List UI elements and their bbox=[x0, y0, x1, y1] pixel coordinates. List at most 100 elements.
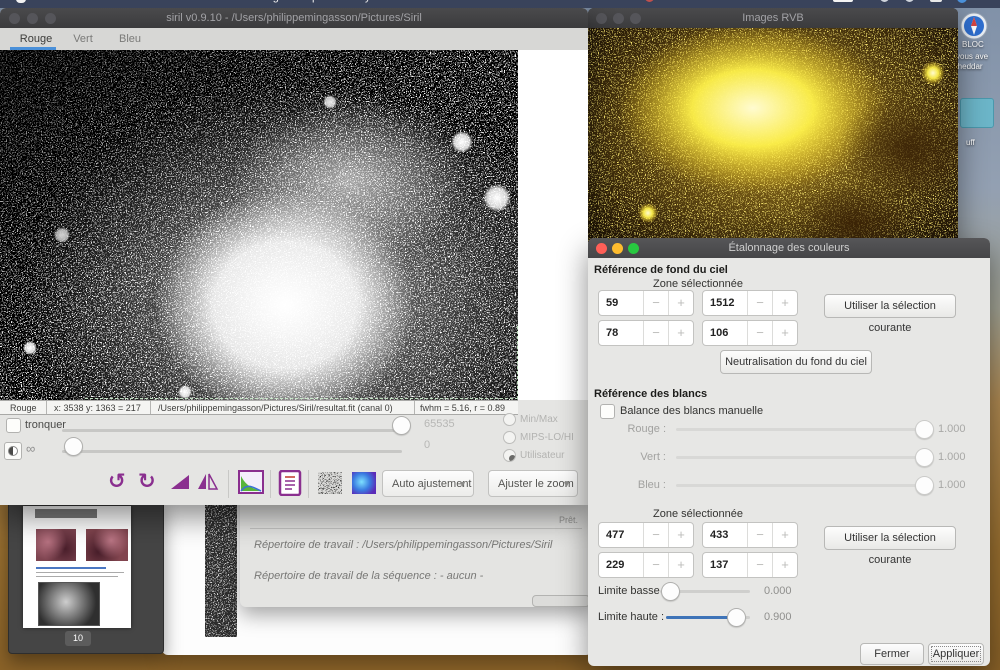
close-icon[interactable] bbox=[596, 13, 607, 24]
histogram-icon[interactable] bbox=[238, 470, 264, 494]
dialog-title: Étalonnage des couleurs bbox=[728, 242, 849, 254]
page-thumbnail[interactable] bbox=[23, 506, 131, 628]
menu-analyse[interactable]: Analyse bbox=[343, 0, 382, 7]
spin-plus-button[interactable]: + bbox=[668, 523, 693, 547]
siril-titlebar[interactable]: siril v0.9.10 - /Users/philippemingasson… bbox=[0, 8, 588, 28]
spin-plus-button[interactable]: + bbox=[668, 553, 693, 577]
menu-siril[interactable]: Siril bbox=[42, 0, 63, 7]
green-slider[interactable] bbox=[676, 456, 924, 459]
red-slider[interactable] bbox=[676, 428, 924, 431]
rotate-cw-icon[interactable]: ↻ bbox=[138, 470, 156, 492]
image-canvas[interactable] bbox=[0, 50, 588, 400]
red-slider-knob[interactable] bbox=[915, 420, 934, 439]
compass-desktop-icon[interactable] bbox=[960, 12, 988, 40]
white-w-spinbox[interactable]: 229 − + bbox=[598, 552, 694, 578]
close-button[interactable]: Fermer bbox=[860, 643, 924, 665]
status-icon[interactable] bbox=[880, 0, 889, 2]
grayscale-view-button[interactable] bbox=[318, 472, 342, 494]
fit-zoom-dropdown[interactable]: Ajuster le zoom ▼ bbox=[488, 470, 578, 497]
hi-level-slider[interactable] bbox=[62, 429, 402, 432]
minimize-icon[interactable] bbox=[613, 13, 624, 24]
note-desktop-icon[interactable] bbox=[960, 98, 994, 128]
spin-minus-button[interactable]: − bbox=[747, 553, 772, 577]
desktop-icon-label[interactable]: BLOC bbox=[962, 40, 984, 49]
notification-icon[interactable] bbox=[930, 0, 942, 2]
bg-x-spinbox[interactable]: 59 − + bbox=[598, 290, 694, 316]
spin-plus-button[interactable]: + bbox=[772, 553, 797, 577]
hi-slider-knob[interactable] bbox=[392, 416, 411, 435]
use-current-selection-button-white[interactable]: Utiliser la sélection courante bbox=[824, 526, 956, 550]
lo-level-slider[interactable] bbox=[62, 450, 402, 453]
white-h-spinbox[interactable]: 137 − + bbox=[702, 552, 798, 578]
green-slider-knob[interactable] bbox=[915, 448, 934, 467]
color-calibration-dialog[interactable]: Étalonnage des couleurs Référence de fon… bbox=[588, 238, 990, 666]
selection-rectangle[interactable] bbox=[85, 326, 518, 399]
zoom-icon[interactable] bbox=[45, 13, 56, 24]
spin-minus-button[interactable]: − bbox=[643, 291, 668, 315]
spotlight-icon[interactable] bbox=[905, 0, 914, 2]
minimize-icon[interactable] bbox=[27, 13, 38, 24]
apple-menu-icon[interactable] bbox=[16, 0, 26, 3]
preview-window[interactable]: 10 bbox=[8, 498, 164, 654]
zoom-icon[interactable] bbox=[630, 13, 641, 24]
flip-vertical-icon[interactable] bbox=[196, 472, 220, 492]
flip-horizontal-icon[interactable] bbox=[168, 472, 192, 492]
bg-y-spinbox[interactable]: 1512 − + bbox=[702, 290, 798, 316]
menu-fenetre[interactable]: Fenêtre bbox=[393, 0, 431, 7]
white-y-spinbox[interactable]: 433 − + bbox=[702, 522, 798, 548]
sequence-directory-text: Répertoire de travail de la séquence : -… bbox=[254, 570, 483, 582]
bg-h-spinbox[interactable]: 106 − + bbox=[702, 320, 798, 346]
status-red-icon[interactable] bbox=[645, 0, 654, 2]
spin-minus-button[interactable]: − bbox=[747, 291, 772, 315]
fits-header-icon[interactable] bbox=[278, 470, 302, 496]
spin-plus-button[interactable]: + bbox=[772, 523, 797, 547]
blue-slider-knob[interactable] bbox=[915, 476, 934, 495]
spin-plus-button[interactable]: + bbox=[668, 321, 693, 345]
thumb-text-line bbox=[36, 572, 124, 573]
spin-minus-button[interactable]: − bbox=[643, 321, 668, 345]
contrast-button[interactable] bbox=[4, 442, 22, 460]
dialog-titlebar[interactable]: Étalonnage des couleurs bbox=[588, 238, 990, 258]
auto-adjust-dropdown[interactable]: Auto ajustement ▼ bbox=[382, 470, 474, 497]
spin-minus-button[interactable]: − bbox=[643, 553, 668, 577]
menu-traitement[interactable]: Traitement de l'image bbox=[180, 0, 285, 7]
spin-plus-button[interactable]: + bbox=[772, 321, 797, 345]
spin-minus-button[interactable]: − bbox=[643, 523, 668, 547]
zoom-icon[interactable] bbox=[628, 243, 639, 254]
link-icon[interactable]: ∞ bbox=[26, 441, 35, 456]
manual-white-balance-checkbox[interactable] bbox=[600, 404, 615, 419]
lo-slider-knob[interactable] bbox=[64, 437, 83, 456]
menu-fichier[interactable]: Fichier bbox=[82, 0, 115, 7]
divider bbox=[414, 401, 415, 414]
menu-edition[interactable]: Édition bbox=[128, 0, 162, 7]
close-icon[interactable] bbox=[9, 13, 20, 24]
spin-plus-button[interactable]: + bbox=[772, 291, 797, 315]
apply-button[interactable]: Appliquer bbox=[928, 643, 984, 665]
rotate-ccw-icon[interactable]: ↺ bbox=[108, 470, 126, 492]
rvb-window[interactable]: Images RVB bbox=[588, 8, 958, 248]
background-neutralization-button[interactable]: Neutralisation du fond du ciel bbox=[720, 350, 872, 374]
radio-user[interactable] bbox=[503, 449, 516, 462]
spin-minus-button[interactable]: − bbox=[747, 321, 772, 345]
siril-window[interactable]: siril v0.9.10 - /Users/philippemingasson… bbox=[0, 8, 588, 505]
blue-slider-value: 1.000 bbox=[938, 479, 966, 491]
blue-slider[interactable] bbox=[676, 484, 924, 487]
white-x-spinbox[interactable]: 477 − + bbox=[598, 522, 694, 548]
spin-minus-button[interactable]: − bbox=[747, 523, 772, 547]
rvb-titlebar[interactable]: Images RVB bbox=[588, 8, 958, 28]
radio-minmax[interactable] bbox=[503, 413, 516, 426]
use-current-selection-button-bg[interactable]: Utiliser la sélection courante bbox=[824, 294, 956, 318]
false-color-view-button[interactable] bbox=[352, 472, 376, 494]
bluetooth-status-icon[interactable] bbox=[957, 0, 967, 3]
low-limit-knob[interactable] bbox=[661, 582, 680, 601]
tab-bleu[interactable]: Bleu bbox=[112, 28, 148, 50]
menu-scripts[interactable]: Scripts bbox=[293, 0, 327, 7]
spin-plus-button[interactable]: + bbox=[668, 291, 693, 315]
minimize-icon[interactable] bbox=[612, 243, 623, 254]
tab-vert[interactable]: Vert bbox=[66, 28, 100, 50]
close-icon[interactable] bbox=[596, 243, 607, 254]
truncate-checkbox[interactable] bbox=[6, 418, 21, 433]
high-limit-knob[interactable] bbox=[727, 608, 746, 627]
bg-w-spinbox[interactable]: 78 − + bbox=[598, 320, 694, 346]
radio-mips[interactable] bbox=[503, 431, 516, 444]
